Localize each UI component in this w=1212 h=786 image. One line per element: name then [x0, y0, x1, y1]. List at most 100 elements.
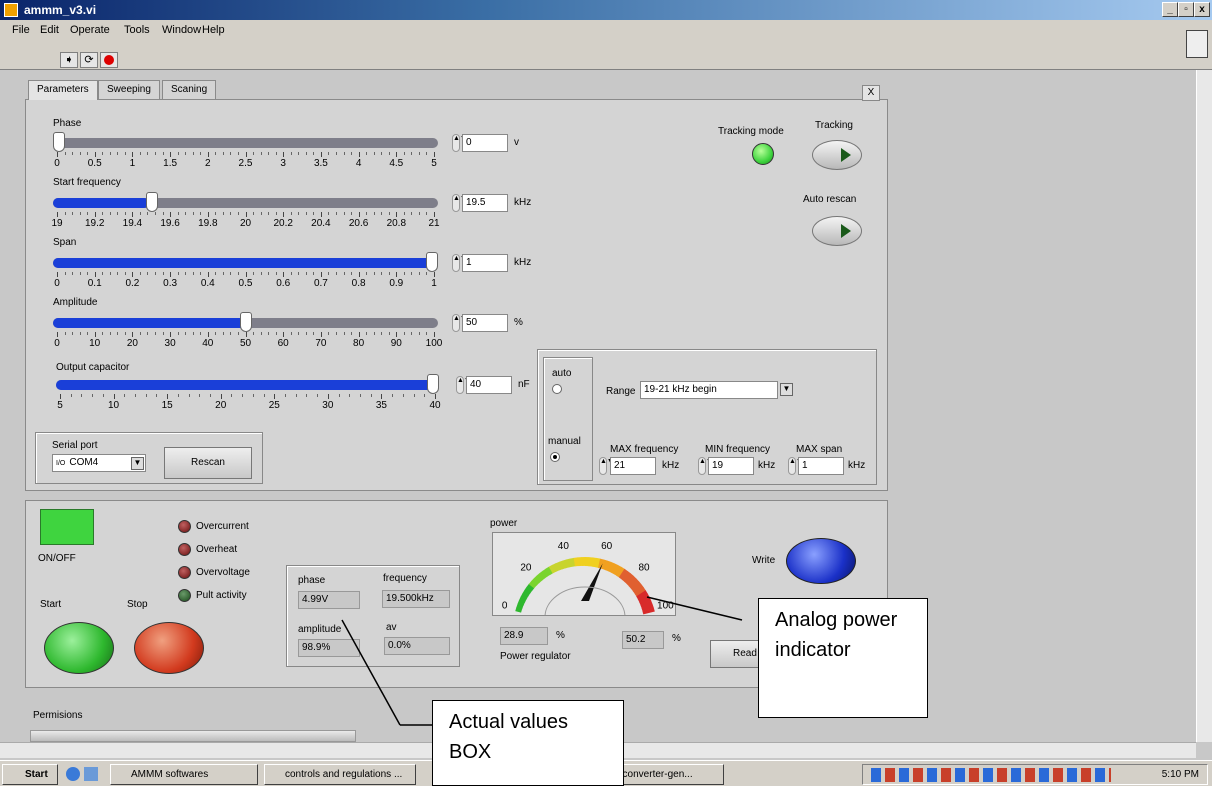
close-button[interactable]: x — [1194, 2, 1210, 17]
permissions-control[interactable] — [30, 730, 356, 742]
rescan-button[interactable]: Rescan — [164, 447, 252, 479]
slider-minor-tick — [64, 152, 66, 155]
slider-tick — [94, 212, 96, 217]
tracking-mode-label: Tracking mode — [718, 126, 784, 137]
slider-minor-tick — [177, 212, 179, 215]
amplitude-spinner[interactable]: ▲▼ — [452, 314, 467, 332]
serial-dropdown-icon[interactable]: ▼ — [131, 457, 144, 470]
span-spinner[interactable]: ▲▼ — [452, 254, 467, 272]
range-dropdown-icon[interactable]: ▼ — [780, 383, 793, 396]
manual-radio[interactable] — [550, 452, 560, 462]
slider-minor-tick — [426, 152, 428, 155]
onoff-indicator[interactable] — [40, 509, 94, 545]
slider-tick — [283, 272, 285, 277]
slider-tick-label: 19.4 — [122, 218, 143, 229]
slider-minor-tick — [222, 152, 224, 155]
start-menu-button[interactable]: Start — [2, 764, 58, 785]
tab-scaning[interactable]: Scaning — [162, 80, 217, 100]
start-button[interactable] — [44, 622, 114, 674]
taskbar-item-ammm[interactable]: AMMM softwares — [110, 764, 258, 785]
slider-minor-tick — [215, 332, 217, 335]
span-slider[interactable] — [53, 252, 438, 272]
output-capacitor-slider-thumb[interactable] — [427, 374, 439, 394]
slider-minor-tick — [102, 152, 104, 155]
min-frequency-input[interactable]: 19 — [708, 457, 754, 475]
amplitude-input[interactable]: 50 — [462, 314, 508, 332]
slider-minor-tick — [343, 152, 345, 155]
slider-minor-tick — [185, 272, 187, 275]
slider-minor-tick — [253, 152, 255, 155]
max-span-input[interactable]: 1 — [798, 457, 844, 475]
slider-minor-tick — [72, 332, 74, 335]
desktop-icon[interactable] — [84, 767, 98, 781]
abort-icon[interactable] — [100, 52, 118, 68]
range-select[interactable]: 19-21 kHz begin — [640, 381, 778, 399]
stop-button[interactable] — [134, 622, 204, 674]
slider-minor-tick — [215, 152, 217, 155]
max-frequency-input[interactable]: 21 — [610, 457, 656, 475]
vertical-scrollbar[interactable] — [1196, 70, 1212, 742]
tab-sweeping[interactable]: Sweeping — [98, 80, 160, 100]
tracking-button[interactable] — [812, 140, 862, 170]
slider-minor-tick — [306, 394, 308, 397]
auto-radio[interactable] — [552, 384, 562, 394]
span-slider-thumb[interactable] — [426, 252, 438, 272]
start-frequency-input[interactable]: 19.5 — [462, 194, 508, 212]
slider-minor-tick — [199, 394, 201, 397]
phase-input[interactable]: 0 — [462, 134, 508, 152]
menu-file[interactable]: File — [12, 24, 30, 36]
span-unit: kHz — [514, 257, 532, 268]
slider-minor-tick — [215, 272, 217, 275]
amplitude-slider-thumb[interactable] — [239, 312, 252, 332]
tab-parameters[interactable]: Parameters — [28, 80, 98, 100]
menu-help[interactable]: Help — [202, 24, 225, 36]
span-input[interactable]: 1 — [462, 254, 508, 272]
slider-minor-tick — [230, 152, 232, 155]
menu-operate[interactable]: Operate — [70, 24, 110, 36]
auto-label: auto — [552, 368, 572, 379]
slider-minor-tick — [366, 152, 368, 155]
run-continuously-icon[interactable]: ⟳ — [80, 52, 98, 68]
slider-minor-tick — [335, 212, 337, 215]
menu-tools[interactable]: Tools — [124, 24, 150, 36]
slider-minor-tick — [403, 272, 405, 275]
taskbar-item-controls[interactable]: controls and regulations ... — [264, 764, 416, 785]
amplitude-slider[interactable] — [53, 312, 438, 332]
window-titlebar[interactable]: ammm_v3.vi _ ▫ x — [0, 0, 1212, 20]
start-frequency-slider-thumb[interactable] — [146, 192, 159, 212]
menu-edit[interactable]: Edit — [40, 24, 59, 36]
slider-minor-tick — [351, 332, 353, 335]
slider-minor-tick — [305, 212, 307, 215]
slider-minor-tick — [192, 212, 194, 215]
start-frequency-spinner[interactable]: ▲▼ — [452, 194, 467, 212]
tray-icons[interactable] — [871, 768, 1111, 782]
output-capacitor-slider[interactable] — [56, 374, 439, 394]
slider-tick-label: 20.6 — [348, 218, 369, 229]
menu-window[interactable]: Window — [162, 24, 201, 36]
status-led-label: Overvoltage — [196, 567, 250, 578]
phase-slider-thumb[interactable] — [53, 132, 65, 152]
max-frequency-spinner[interactable]: ▲▼ — [599, 457, 614, 475]
ie-icon[interactable] — [66, 767, 80, 781]
run-arrow-icon[interactable]: ➧ — [60, 52, 78, 68]
labview-vi-icon — [4, 3, 18, 17]
start-frequency-slider-fill — [53, 198, 150, 208]
slider-minor-tick — [418, 212, 420, 215]
close-tab-button[interactable]: X — [862, 85, 880, 101]
maximize-button[interactable]: ▫ — [1178, 2, 1194, 17]
output-capacitor-input[interactable]: 40 — [466, 376, 512, 394]
slider-minor-tick — [411, 332, 413, 335]
start-frequency-slider[interactable] — [53, 192, 438, 212]
vi-connector-icon — [1186, 30, 1208, 58]
auto-rescan-button[interactable] — [812, 216, 862, 246]
output-capacitor-slider-fill — [56, 380, 439, 390]
output-capacitor-spinner[interactable]: ▲▼ — [456, 376, 471, 394]
slider-minor-tick — [268, 212, 270, 215]
write-button[interactable] — [786, 538, 856, 584]
slider-tick — [327, 394, 329, 399]
phase-spinner[interactable]: ▲▼ — [452, 134, 467, 152]
phase-slider[interactable] — [53, 132, 438, 152]
minimize-button[interactable]: _ — [1162, 2, 1178, 17]
max-span-spinner[interactable]: ▲▼ — [788, 457, 803, 475]
min-frequency-spinner[interactable]: ▲▼ — [698, 457, 713, 475]
